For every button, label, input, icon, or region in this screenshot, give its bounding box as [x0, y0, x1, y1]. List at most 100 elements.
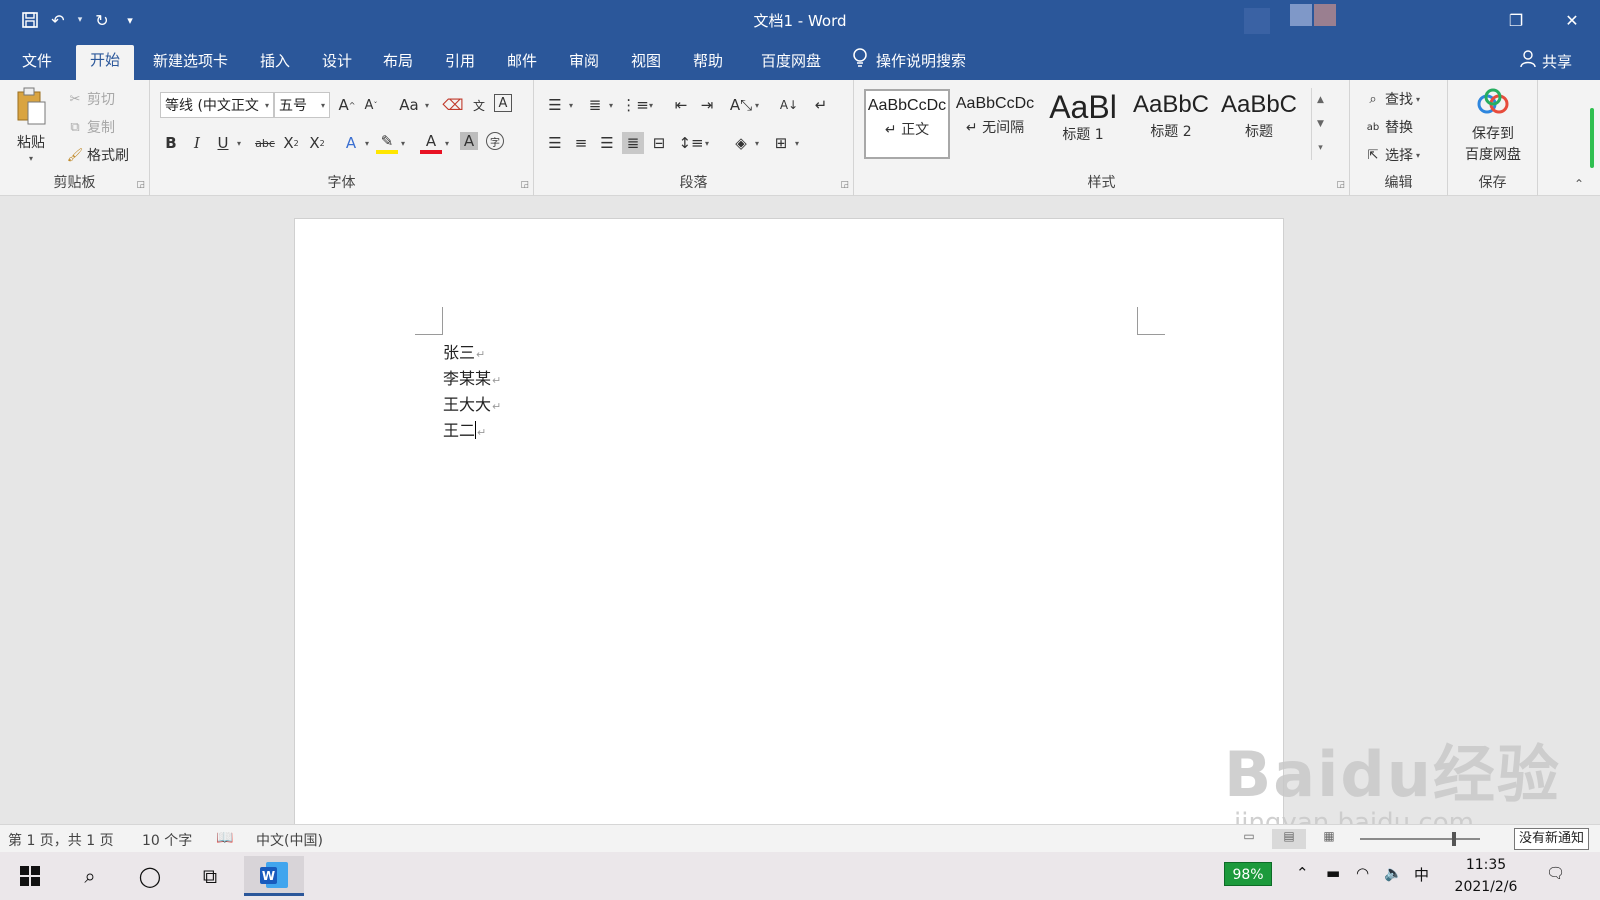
font-name-combo[interactable]: 等线 (中文正文 ▾: [160, 92, 274, 118]
word-count-status[interactable]: 10 个字: [142, 830, 192, 850]
find-button[interactable]: ⌕ 查找 ▾: [1364, 88, 1420, 110]
style-heading-2[interactable]: AaBbC 标题 2: [1128, 89, 1214, 159]
shading-button[interactable]: ◈ ▾: [730, 132, 759, 154]
paste-button[interactable]: 粘贴 ▾: [14, 86, 48, 163]
paragraph[interactable]: 张三↵: [443, 339, 485, 363]
bullets-button[interactable]: ☰ ▾: [544, 94, 573, 116]
action-center-icon[interactable]: 🗨: [1546, 864, 1565, 882]
clipboard-dialog-launcher-icon[interactable]: ◲: [136, 180, 145, 190]
paragraph[interactable]: 李某某↵: [443, 365, 501, 389]
web-layout-icon[interactable]: ▦: [1312, 829, 1346, 849]
change-case-button[interactable]: Aa ▾: [396, 94, 429, 116]
language-status[interactable]: 中文(中国): [256, 830, 323, 850]
tab-layout[interactable]: 布局: [369, 50, 427, 80]
character-border-button[interactable]: A: [494, 94, 512, 112]
bold-icon: B: [165, 134, 177, 152]
gallery-up-icon[interactable]: ▲: [1312, 88, 1329, 112]
system-clock[interactable]: 11:35 2021/2/6: [1446, 854, 1526, 898]
style-normal[interactable]: AaBbCcDc ↵ 正文: [864, 89, 950, 159]
paragraph[interactable]: 王二 ↵: [443, 417, 486, 441]
style-no-spacing[interactable]: AaBbCcDc ↵ 无间隔: [952, 89, 1038, 159]
word-app-icon[interactable]: W: [244, 856, 304, 896]
tab-baidu-netdisk[interactable]: 百度网盘: [747, 50, 835, 80]
align-left-button[interactable]: ☰: [544, 132, 566, 154]
gallery-down-icon[interactable]: ▼: [1312, 112, 1329, 136]
enclose-characters-button[interactable]: 字: [486, 132, 504, 150]
paragraph[interactable]: 王大大↵: [443, 391, 501, 415]
tab-help[interactable]: 帮助: [679, 50, 737, 80]
zoom-slider-thumb[interactable]: [1452, 832, 1456, 846]
close-icon[interactable]: ✕: [1544, 0, 1600, 40]
tell-me-search[interactable]: 操作说明搜索: [852, 48, 966, 72]
bold-button[interactable]: B: [160, 132, 182, 154]
cut-button[interactable]: ✂ 剪切: [66, 88, 115, 110]
cortana-icon[interactable]: ◯: [122, 856, 178, 896]
tab-home[interactable]: 开始: [76, 45, 135, 80]
restore-icon[interactable]: ❐: [1488, 0, 1544, 40]
tab-view[interactable]: 视图: [617, 50, 675, 80]
text-effects-button[interactable]: A ▾: [340, 132, 369, 154]
tab-references[interactable]: 引用: [431, 50, 489, 80]
page-count-status[interactable]: 第 1 页，共 1 页: [8, 830, 114, 850]
strikethrough-button[interactable]: abc: [252, 132, 278, 154]
volume-icon[interactable]: 🔈: [1384, 864, 1403, 882]
style-title[interactable]: AaBbC 标题: [1216, 89, 1302, 159]
proofing-icon[interactable]: 📖: [216, 830, 233, 846]
tab-file[interactable]: 文件: [8, 50, 66, 80]
gallery-more-icon[interactable]: ▾: [1312, 136, 1329, 160]
font-color-button[interactable]: A ▾: [420, 132, 449, 154]
copy-button[interactable]: ⧉ 复制: [66, 116, 115, 138]
ime-indicator[interactable]: 中: [1414, 864, 1429, 885]
borders-button[interactable]: ⊞ ▾: [770, 132, 799, 154]
underline-button[interactable]: U ▾: [212, 132, 242, 154]
sort-button[interactable]: A↓: [778, 94, 800, 116]
grow-font-button[interactable]: A ^: [336, 94, 358, 116]
character-shading-button[interactable]: A: [460, 132, 478, 150]
tab-mailings[interactable]: 邮件: [493, 50, 551, 80]
tray-overflow-icon[interactable]: ⌃: [1296, 864, 1309, 882]
read-mode-icon[interactable]: ▭: [1232, 829, 1266, 849]
justify-button[interactable]: ≣: [622, 132, 644, 154]
align-right-button[interactable]: ☰: [596, 132, 618, 154]
tab-insert[interactable]: 插入: [246, 50, 304, 80]
collapse-ribbon-icon[interactable]: ⌃: [1574, 177, 1584, 191]
tab-design[interactable]: 设计: [308, 50, 366, 80]
shrink-font-button[interactable]: Aˇ: [360, 94, 382, 116]
font-size-combo[interactable]: 五号 ▾: [274, 92, 330, 118]
windows-start-icon[interactable]: [2, 856, 58, 896]
tab-review[interactable]: 审阅: [555, 50, 613, 80]
paste-dropdown-icon[interactable]: ▾: [29, 154, 33, 163]
highlight-button[interactable]: ✎ ▾: [376, 132, 405, 154]
format-painter-button[interactable]: 🖌 格式刷: [66, 144, 129, 166]
subscript-button[interactable]: X2: [280, 132, 302, 154]
numbering-button[interactable]: ≣ ▾: [584, 94, 613, 116]
save-to-baidu-button[interactable]: 保存到 百度网盘: [1456, 88, 1530, 164]
decrease-indent-button[interactable]: ⇤: [670, 94, 692, 116]
increase-indent-button[interactable]: ⇥: [696, 94, 718, 116]
distributed-button[interactable]: ⊟: [648, 132, 670, 154]
search-icon[interactable]: ⌕: [62, 856, 118, 896]
phonetic-guide-button[interactable]: 文: [468, 94, 490, 116]
tab-new-tab[interactable]: 新建选项卡: [139, 50, 242, 80]
multilevel-list-button[interactable]: ⋮≡ ▾: [621, 94, 653, 116]
clear-formatting-button[interactable]: ⌫: [442, 94, 464, 116]
text-direction-button[interactable]: A⤡ ▾: [730, 94, 759, 116]
line-spacing-button[interactable]: ↕≡ ▾: [678, 132, 709, 154]
italic-button[interactable]: I: [186, 132, 208, 154]
align-center-button[interactable]: ≡: [570, 132, 592, 154]
show-marks-button[interactable]: ↵: [810, 94, 832, 116]
select-button[interactable]: ⇱ 选择 ▾: [1364, 144, 1420, 166]
font-dialog-launcher-icon[interactable]: ◲: [520, 180, 529, 190]
task-view-icon[interactable]: ⧉: [182, 856, 238, 896]
share-button[interactable]: 共享: [1520, 50, 1572, 72]
print-layout-icon[interactable]: ▤: [1272, 829, 1306, 849]
paragraph-dialog-launcher-icon[interactable]: ◲: [840, 180, 849, 190]
replace-button[interactable]: ab 替换: [1364, 116, 1413, 138]
document-page[interactable]: 张三↵ 李某某↵ 王大大↵ 王二 ↵: [294, 218, 1284, 838]
wifi-icon[interactable]: ◠: [1356, 864, 1369, 882]
superscript-button[interactable]: X2: [306, 132, 328, 154]
styles-dialog-launcher-icon[interactable]: ◲: [1336, 180, 1345, 190]
zoom-slider[interactable]: [1360, 838, 1480, 840]
battery-icon[interactable]: ▬: [1326, 864, 1340, 882]
style-heading-1[interactable]: AaBl 标题 1: [1040, 89, 1126, 159]
